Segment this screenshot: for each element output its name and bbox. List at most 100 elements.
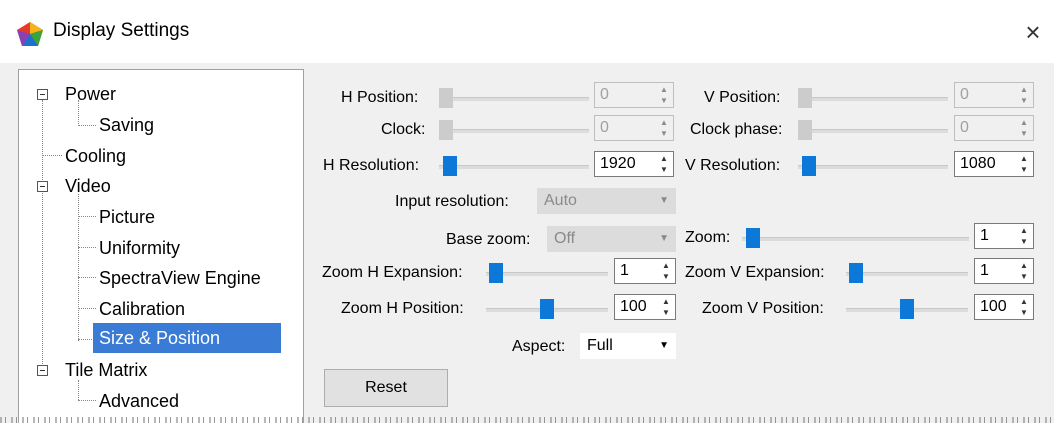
v-position-label: V Position: (704, 89, 781, 106)
clock-slider[interactable] (439, 118, 589, 142)
title-bar: Display Settings × (0, 0, 1054, 63)
tree-item-tile-matrix[interactable]: Tile Matrix (65, 355, 147, 385)
slider-thumb[interactable] (746, 228, 760, 248)
zoom-h-position-spinbox[interactable]: 100 ▲ ▼ (614, 294, 676, 320)
input-resolution-dropdown[interactable]: Auto ▼ (537, 188, 676, 214)
v-position-slider[interactable] (798, 86, 948, 110)
spinbox-value: 100 (620, 298, 647, 315)
slider-thumb[interactable] (489, 263, 503, 283)
slider-thumb[interactable] (798, 120, 812, 140)
slider-thumb[interactable] (540, 299, 554, 319)
v-resolution-label: V Resolution: (685, 157, 781, 174)
spinbox-value: 1 (980, 227, 989, 244)
base-zoom-dropdown[interactable]: Off ▼ (547, 226, 676, 252)
zoom-h-position-slider[interactable] (486, 297, 608, 321)
zoom-v-expansion-slider[interactable] (846, 261, 968, 285)
spin-arrows-icon[interactable]: ▲ ▼ (1016, 296, 1032, 318)
tree-item-spectraview-engine[interactable]: SpectraView Engine (99, 263, 261, 293)
aspect-dropdown[interactable]: Full ▼ (580, 333, 676, 359)
h-position-spinbox[interactable]: 0 ▲ ▼ (594, 82, 674, 108)
v-position-spinbox[interactable]: 0 ▲ ▼ (954, 82, 1034, 108)
aspect-label: Aspect: (512, 338, 566, 355)
zoom-v-position-slider[interactable] (846, 297, 968, 321)
slider-thumb[interactable] (798, 88, 812, 108)
tree-item-size-position[interactable]: Size & Position (93, 323, 281, 353)
color-palette-icon (17, 22, 43, 46)
spin-arrows-icon[interactable]: ▲ ▼ (1016, 117, 1032, 139)
tree-connector (78, 339, 92, 340)
spin-arrows-icon[interactable]: ▲ ▼ (1016, 260, 1032, 282)
spin-arrows-icon[interactable]: ▲ ▼ (656, 84, 672, 106)
slider-thumb[interactable] (443, 156, 457, 176)
v-resolution-spinbox[interactable]: 1080 ▲ ▼ (954, 151, 1034, 177)
clock-phase-spinbox[interactable]: 0 ▲ ▼ (954, 115, 1034, 141)
chevron-down-icon: ▼ (659, 340, 669, 351)
collapse-icon[interactable] (37, 365, 48, 376)
slider-track (486, 272, 608, 276)
h-resolution-slider[interactable] (439, 154, 589, 178)
slider-thumb[interactable] (439, 120, 453, 140)
chevron-down-icon: ▼ (659, 195, 669, 206)
zoom-slider[interactable] (742, 226, 969, 250)
tree-item-saving[interactable]: Saving (99, 110, 154, 140)
zoom-h-expansion-spinbox[interactable]: 1 ▲ ▼ (614, 258, 676, 284)
tree-connector (78, 216, 96, 217)
tree-connector (42, 155, 62, 156)
slider-track (846, 272, 968, 276)
tree-item-advanced[interactable]: Advanced (99, 386, 179, 416)
slider-thumb[interactable] (849, 263, 863, 283)
clock-phase-label: Clock phase: (690, 121, 783, 138)
h-resolution-spinbox[interactable]: 1920 ▲ ▼ (594, 151, 674, 177)
slider-track (742, 237, 969, 241)
spin-arrows-icon[interactable]: ▲ ▼ (658, 260, 674, 282)
slider-track (439, 165, 589, 169)
zoom-h-position-label: Zoom H Position: (341, 300, 464, 317)
v-resolution-slider[interactable] (798, 154, 948, 178)
spinbox-value: 1080 (960, 155, 996, 172)
h-position-slider[interactable] (439, 86, 589, 110)
clock-label: Clock: (381, 121, 426, 138)
h-position-label: H Position: (341, 89, 419, 106)
clock-phase-slider[interactable] (798, 118, 948, 142)
collapse-icon[interactable] (37, 89, 48, 100)
settings-tree[interactable]: Power Saving Cooling Video Picture Unifo… (18, 69, 304, 423)
spinbox-value: 1 (620, 262, 629, 279)
slider-track (439, 129, 589, 133)
window-title: Display Settings (53, 20, 190, 41)
h-resolution-label: H Resolution: (323, 157, 420, 174)
slider-thumb[interactable] (439, 88, 453, 108)
spin-arrows-icon[interactable]: ▲ ▼ (656, 117, 672, 139)
dropdown-value: Off (554, 230, 576, 247)
spin-arrows-icon[interactable]: ▲ ▼ (1016, 153, 1032, 175)
slider-thumb[interactable] (900, 299, 914, 319)
tree-item-power[interactable]: Power (65, 79, 116, 109)
tree-item-calibration[interactable]: Calibration (99, 294, 185, 324)
tree-item-video[interactable]: Video (65, 171, 111, 201)
close-icon[interactable]: × (1018, 15, 1048, 49)
tree-connector (78, 400, 96, 401)
zoom-h-expansion-slider[interactable] (486, 261, 608, 285)
spinbox-value: 0 (960, 86, 969, 103)
zoom-v-position-label: Zoom V Position: (702, 300, 824, 317)
zoom-v-position-spinbox[interactable]: 100 ▲ ▼ (974, 294, 1034, 320)
tree-connector (78, 125, 96, 126)
spin-arrows-icon[interactable]: ▲ ▼ (1016, 225, 1032, 247)
spin-arrows-icon[interactable]: ▲ ▼ (656, 153, 672, 175)
tree-connector (78, 247, 96, 248)
collapse-icon[interactable] (37, 181, 48, 192)
zoom-v-expansion-spinbox[interactable]: 1 ▲ ▼ (974, 258, 1034, 284)
tree-item-cooling[interactable]: Cooling (65, 141, 126, 171)
tree-item-uniformity[interactable]: Uniformity (99, 233, 180, 263)
tree-item-picture[interactable]: Picture (99, 202, 155, 232)
slider-track (439, 97, 589, 101)
slider-track (798, 129, 948, 133)
clock-spinbox[interactable]: 0 ▲ ▼ (594, 115, 674, 141)
spin-arrows-icon[interactable]: ▲ ▼ (658, 296, 674, 318)
spin-arrows-icon[interactable]: ▲ ▼ (1016, 84, 1032, 106)
slider-thumb[interactable] (802, 156, 816, 176)
input-resolution-label: Input resolution: (395, 193, 509, 210)
zoom-spinbox[interactable]: 1 ▲ ▼ (974, 223, 1034, 249)
reset-button[interactable]: Reset (324, 369, 448, 407)
dropdown-value: Auto (544, 192, 577, 209)
spinbox-value: 0 (600, 119, 609, 136)
